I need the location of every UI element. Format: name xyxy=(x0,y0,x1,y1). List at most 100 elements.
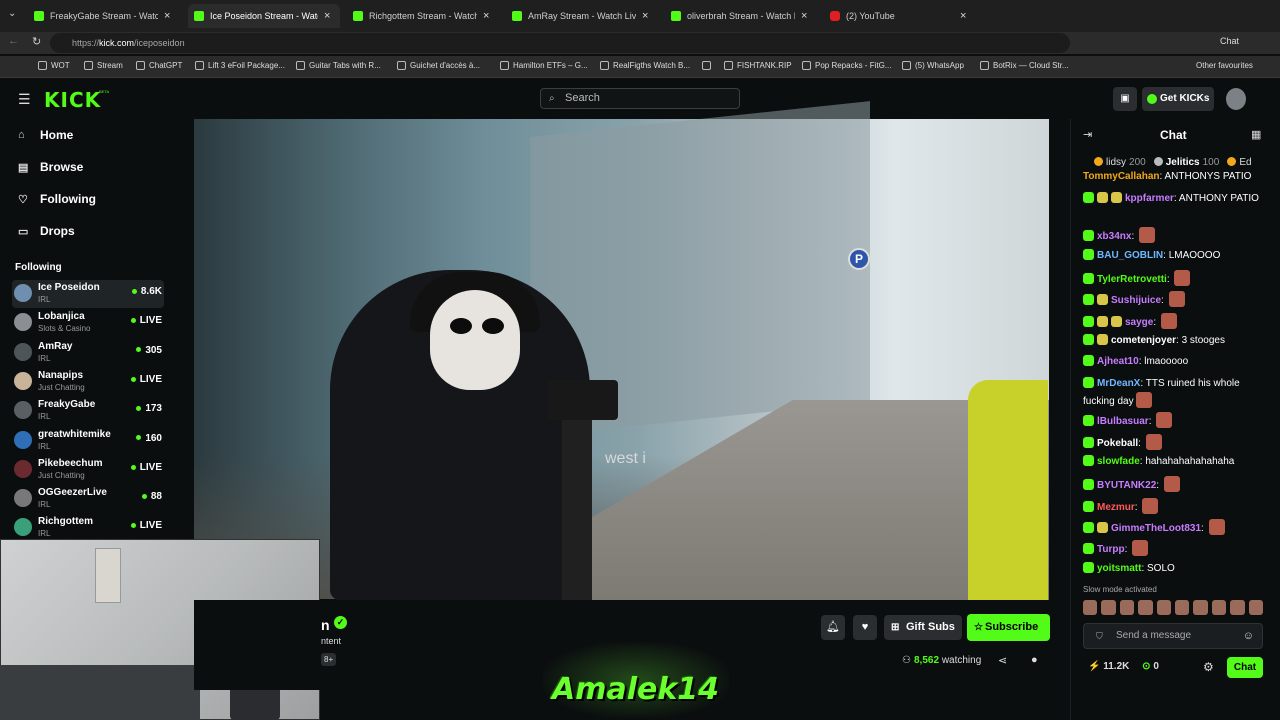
emote-quickbar[interactable] xyxy=(1083,600,1264,616)
tab-title: AmRay Stream - Watch Live o xyxy=(528,11,636,21)
gifter-chip[interactable]: Ed xyxy=(1227,157,1254,168)
address-bar[interactable]: https://kick.com/iceposeidon xyxy=(50,33,1070,53)
bookmark-item[interactable]: BotRix — Cloud Str... xyxy=(980,61,1069,70)
chat-username[interactable]: GimmeTheLoot831 xyxy=(1111,523,1201,534)
following-item[interactable]: greatwhitemike IRL 160 xyxy=(12,427,164,455)
notification-bell-icon[interactable]: 🔔︎ xyxy=(821,615,845,640)
kicks-balance: ⚡ 11.2K ⊙ 0 xyxy=(1088,661,1159,672)
layout-toggle-icon[interactable]: ▣ xyxy=(1113,87,1137,111)
following-item[interactable]: Lobanjica Slots & Casino LIVE xyxy=(12,309,164,337)
chat-message-input[interactable]: ⛉ Send a message ☺ xyxy=(1083,623,1263,649)
chat-text: SOLO xyxy=(1147,563,1175,574)
subscribe-button[interactable]: ☆ Subscribe xyxy=(967,614,1050,641)
chat-username[interactable]: xb34nx xyxy=(1097,231,1131,242)
chat-username[interactable]: Turpp xyxy=(1097,544,1125,555)
search-input[interactable]: ⌕ Search xyxy=(540,88,740,109)
emote-icon xyxy=(1083,600,1098,615)
follow-heart-icon[interactable]: ♥ xyxy=(853,615,877,640)
reload-icon[interactable]: ↻ xyxy=(32,35,41,48)
browser-tab[interactable]: Ice Poseidon Stream - Watch × xyxy=(188,4,340,28)
sidebar-nav-drops[interactable]: ▭ Drops xyxy=(18,224,75,238)
chat-username[interactable]: Pokeball xyxy=(1097,438,1138,449)
chat-username[interactable]: TommyCallahan xyxy=(1083,171,1160,182)
chat-send-button[interactable]: Chat xyxy=(1227,657,1263,678)
stream-category[interactable]: ntent xyxy=(321,636,341,646)
emote-icon xyxy=(1160,313,1177,329)
close-tab-icon[interactable]: × xyxy=(324,10,330,22)
user-avatar[interactable] xyxy=(1226,88,1246,110)
copilot-chat-button[interactable]: Chat xyxy=(1220,36,1239,46)
hamburger-menu-icon[interactable]: ☰ xyxy=(18,91,31,108)
chat-username[interactable]: BYUTANK22 xyxy=(1097,480,1156,491)
chat-username[interactable]: MrDeanX xyxy=(1097,378,1140,389)
close-tab-icon[interactable]: × xyxy=(960,10,966,22)
chat-username[interactable]: cometenjoyer xyxy=(1111,335,1176,346)
tab-menu-icon[interactable]: ⌄ xyxy=(8,8,16,19)
browser-tab[interactable]: Richgottem Stream - Watch L × xyxy=(347,4,499,28)
bookmark-item[interactable]: Guitar Tabs with R... xyxy=(296,61,381,70)
bookmark-icon xyxy=(702,61,711,70)
chat-username[interactable]: Sushijuice xyxy=(1111,295,1161,306)
bookmark-item[interactable]: RealFigths Watch B... xyxy=(600,61,690,70)
collapse-chat-icon[interactable]: ⇥ xyxy=(1083,128,1092,141)
bookmark-item[interactable]: Hamilton ETFs – G... xyxy=(500,61,588,70)
following-item[interactable]: Ice Poseidon IRL 8.6K xyxy=(12,280,164,308)
chat-users-icon[interactable]: ▦ xyxy=(1251,128,1261,141)
back-icon[interactable]: ← xyxy=(8,35,19,47)
bookmark-item[interactable]: Lift 3 eFoil Package... xyxy=(195,61,285,70)
chat-username[interactable]: lBulbasuar xyxy=(1097,416,1149,427)
kick-logo[interactable]: KICK xyxy=(44,88,101,112)
bookmark-item[interactable]: Guichet d'accès à... xyxy=(397,61,480,70)
chat-username[interactable]: slowfade xyxy=(1097,456,1140,467)
chat-username[interactable]: kppfarmer xyxy=(1125,193,1174,204)
emoji-picker-icon[interactable]: ☺ xyxy=(1243,624,1254,648)
sidebar-nav-browse[interactable]: ▤ Browse xyxy=(18,160,83,174)
chat-username[interactable]: Mezmur xyxy=(1097,502,1135,513)
info-icon[interactable]: ● xyxy=(1031,654,1038,666)
bookmark-item[interactable] xyxy=(702,61,715,70)
chat-username[interactable]: yoitsmatt xyxy=(1097,563,1141,574)
browser-tab[interactable]: (2) YouTube × xyxy=(824,4,976,28)
bookmark-item[interactable]: FISHTANK.RIP xyxy=(724,61,792,70)
gift-subs-button[interactable]: ⊞ Gift Subs xyxy=(884,615,962,640)
video-eye-right xyxy=(482,318,504,334)
following-item[interactable]: Nanapips Just Chatting LIVE xyxy=(12,368,164,396)
chat-username[interactable]: sayge xyxy=(1125,317,1153,328)
channel-category: IRL xyxy=(38,353,51,363)
following-item[interactable]: OGGeezerLive IRL 88 xyxy=(12,485,164,513)
browser-tab[interactable]: oliverbrah Stream - Watch Live on × xyxy=(665,4,817,28)
following-item[interactable]: AmRay IRL 305 xyxy=(12,339,164,367)
bookmark-item[interactable]: WOT xyxy=(38,61,70,70)
close-tab-icon[interactable]: × xyxy=(642,10,648,22)
streamer-name[interactable]: n xyxy=(321,617,330,633)
parking-sign-icon: P xyxy=(848,248,870,270)
emote-icon xyxy=(1101,600,1116,615)
chat-username[interactable]: BAU_GOBLIN xyxy=(1097,250,1163,261)
browser-tab[interactable]: FreakyGabe Stream - Watch L × xyxy=(28,4,180,28)
get-kicks-button[interactable]: Get KICKs xyxy=(1142,87,1214,111)
bookmark-item[interactable]: Pop Repacks - FitG... xyxy=(802,61,891,70)
bookmark-item[interactable]: ChatGPT xyxy=(136,61,182,70)
bookmark-item[interactable]: Stream xyxy=(84,61,123,70)
gifter-chip[interactable]: lidsy 200 xyxy=(1094,157,1146,168)
following-item[interactable]: FreakyGabe IRL 173 xyxy=(12,397,164,425)
chat-badge-icon xyxy=(1083,230,1094,241)
bookmark-item[interactable]: (5) WhatsApp xyxy=(902,61,964,70)
share-icon[interactable]: ⋖ xyxy=(998,654,1007,667)
close-tab-icon[interactable]: × xyxy=(801,10,807,22)
gifter-chip[interactable]: Jelitics 100 xyxy=(1153,157,1219,168)
close-tab-icon[interactable]: × xyxy=(483,10,489,22)
avatar xyxy=(14,489,32,508)
webcam-desk xyxy=(0,665,200,720)
chat-settings-gear-icon[interactable]: ⚙ xyxy=(1203,660,1214,674)
chat-username[interactable]: TylerRetrovetti xyxy=(1097,274,1167,285)
chat-username[interactable]: Ajheat10 xyxy=(1097,356,1139,367)
browser-tab[interactable]: AmRay Stream - Watch Live o × xyxy=(506,4,658,28)
other-favourites[interactable]: Other favourites xyxy=(1196,61,1253,70)
sidebar-nav-following[interactable]: ♡ Following xyxy=(18,192,96,206)
chat-badge-icon xyxy=(1083,562,1094,573)
chat-text: fucking day xyxy=(1083,396,1134,407)
following-item[interactable]: Pikebeechum Just Chatting LIVE xyxy=(12,456,164,484)
sidebar-nav-home[interactable]: ⌂ Home xyxy=(18,128,73,142)
close-tab-icon[interactable]: × xyxy=(164,10,170,22)
